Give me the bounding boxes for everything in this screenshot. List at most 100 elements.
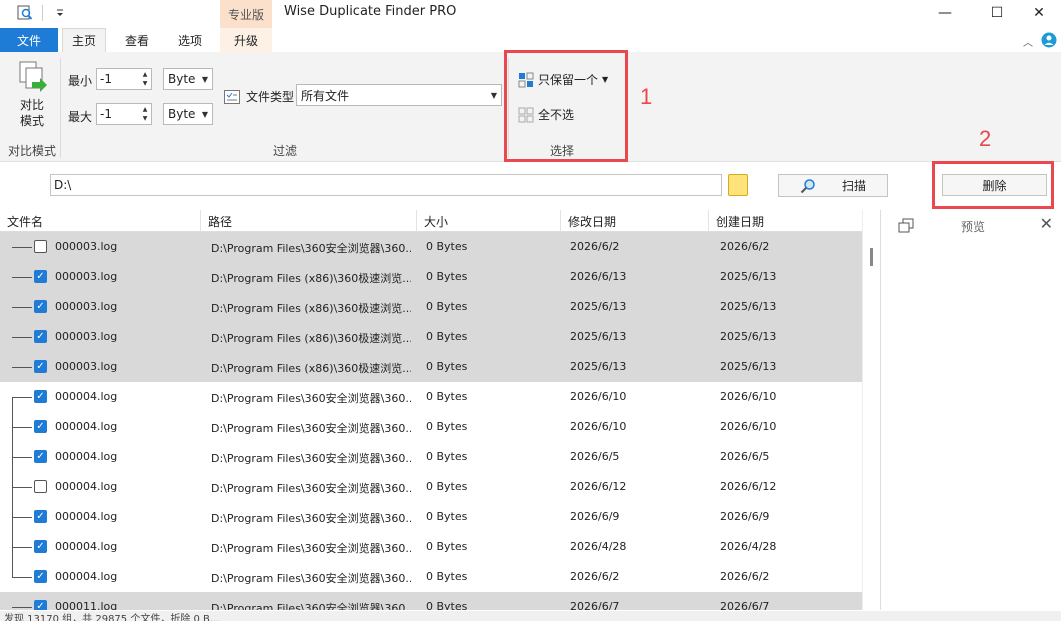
- column-size[interactable]: 大小: [417, 210, 561, 232]
- pro-edition-tab[interactable]: 专业版: [220, 0, 272, 28]
- column-filename[interactable]: 文件名: [0, 210, 201, 232]
- customize-dropdown-icon[interactable]: [51, 4, 69, 22]
- table-row[interactable]: 000003.log D:\Program Files\360安全浏览器\360.…: [0, 232, 862, 262]
- cell-modified: 2025/6/13: [570, 300, 627, 313]
- cell-path: D:\Program Files\360安全浏览器\360...: [211, 242, 411, 255]
- min-size-value: -1: [100, 72, 112, 86]
- cell-created: 2025/6/13: [720, 300, 777, 313]
- table-row[interactable]: 000004.log D:\Program Files\360安全浏览器\360.…: [0, 532, 862, 562]
- table-row[interactable]: 000004.log D:\Program Files\360安全浏览器\360.…: [0, 412, 862, 442]
- group-separator: [60, 58, 61, 158]
- tab-home[interactable]: 主页: [62, 28, 106, 52]
- row-checkbox[interactable]: [34, 570, 47, 583]
- cell-created: 2026/6/10: [720, 420, 777, 433]
- scan-path-input[interactable]: D:\: [50, 174, 722, 196]
- cell-name: 000004.log: [55, 510, 118, 523]
- column-modified[interactable]: 修改日期: [561, 210, 709, 232]
- preview-pane: 预览 ✕: [880, 210, 1061, 610]
- cell-size: 0 Bytes: [426, 450, 468, 463]
- compare-mode-button[interactable]: 对比 模式: [10, 60, 54, 129]
- cell-size: 0 Bytes: [426, 270, 468, 283]
- toolbar-separator: [42, 5, 43, 21]
- cell-path: D:\Program Files\360安全浏览器\360...: [211, 512, 411, 525]
- row-checkbox[interactable]: [34, 270, 47, 283]
- filter-group-label: 过滤: [273, 144, 298, 158]
- row-checkbox[interactable]: [34, 600, 47, 610]
- scan-button[interactable]: 扫描: [778, 174, 888, 197]
- row-checkbox[interactable]: [34, 420, 47, 433]
- table-row[interactable]: 000003.log D:\Program Files (x86)\360极速浏览…: [0, 352, 862, 382]
- delete-button[interactable]: 删除: [942, 174, 1047, 196]
- cell-name: 000003.log: [55, 270, 118, 283]
- row-checkbox[interactable]: [34, 450, 47, 463]
- close-preview-icon[interactable]: ✕: [1040, 214, 1053, 233]
- detach-preview-icon[interactable]: [897, 218, 915, 234]
- table-row[interactable]: 000004.log D:\Program Files\360安全浏览器\360.…: [0, 472, 862, 502]
- account-icon[interactable]: [1041, 32, 1057, 51]
- table-row[interactable]: 000003.log D:\Program Files (x86)\360极速浏览…: [0, 322, 862, 352]
- table-row[interactable]: 000004.log D:\Program Files\360安全浏览器\360.…: [0, 442, 862, 472]
- row-checkbox[interactable]: [34, 300, 47, 313]
- minimize-button[interactable]: —: [922, 0, 968, 26]
- scrollbar-thumb[interactable]: [870, 248, 873, 266]
- row-checkbox[interactable]: [34, 240, 47, 253]
- app-icon[interactable]: [16, 4, 34, 22]
- table-body: 000003.log D:\Program Files\360安全浏览器\360.…: [0, 232, 862, 610]
- path-bar: D:\ 扫描: [0, 162, 1061, 210]
- chevron-down-icon: ▼: [201, 109, 208, 119]
- row-checkbox[interactable]: [34, 330, 47, 343]
- table-row[interactable]: 000011.log D:\Program Files\360安全浏览器\360.…: [0, 592, 862, 610]
- tree-connector: [12, 277, 32, 278]
- max-size-spinner[interactable]: -1 ▲ ▼: [96, 103, 152, 125]
- help-area: ︿: [1023, 32, 1057, 51]
- table-row[interactable]: 000003.log D:\Program Files (x86)\360极速浏览…: [0, 262, 862, 292]
- compare-mode-line2: 模式: [19, 114, 44, 128]
- cell-created: 2025/6/13: [720, 270, 777, 283]
- file-type-label: 文件类型: [246, 90, 295, 104]
- cell-path: D:\Program Files\360安全浏览器\360...: [211, 392, 411, 405]
- table-row[interactable]: 000003.log D:\Program Files (x86)\360极速浏览…: [0, 292, 862, 322]
- cell-modified: 2026/6/2: [570, 570, 620, 583]
- cell-size: 0 Bytes: [426, 390, 468, 403]
- cell-created: 2026/6/12: [720, 480, 777, 493]
- tab-view[interactable]: 查看: [116, 28, 158, 52]
- spinner-arrows-icon[interactable]: ▲ ▼: [139, 104, 151, 124]
- vertical-scrollbar[interactable]: [862, 210, 880, 610]
- status-bar: 发现 13170 组，共 29875 个文件，折除 0 B...: [0, 611, 1061, 621]
- file-type-icon: [224, 89, 240, 104]
- column-path[interactable]: 路径: [201, 210, 417, 232]
- min-size-spinner[interactable]: -1 ▲ ▼: [96, 68, 152, 90]
- column-created[interactable]: 创建日期: [709, 210, 862, 232]
- table-row[interactable]: 000004.log D:\Program Files\360安全浏览器\360.…: [0, 382, 862, 412]
- cell-path: D:\Program Files (x86)\360极速浏览...: [211, 272, 411, 285]
- row-checkbox[interactable]: [34, 390, 47, 403]
- max-unit-select[interactable]: Byte ▼: [163, 103, 213, 125]
- min-unit-value: Byte: [168, 72, 196, 86]
- row-checkbox[interactable]: [34, 510, 47, 523]
- tab-file[interactable]: 文件: [0, 28, 58, 52]
- tab-options[interactable]: 选项: [168, 28, 212, 52]
- cell-path: D:\Program Files\360安全浏览器\360...: [211, 452, 411, 465]
- min-size-label: 最小: [68, 74, 93, 88]
- compare-files-icon: [19, 61, 47, 92]
- close-button[interactable]: ✕: [1016, 0, 1061, 26]
- table-row[interactable]: 000004.log D:\Program Files\360安全浏览器\360.…: [0, 502, 862, 532]
- spinner-arrows-icon[interactable]: ▲ ▼: [139, 69, 151, 89]
- cell-modified: 2025/6/13: [570, 360, 627, 373]
- tree-connector: [12, 367, 32, 368]
- cell-path: D:\Program Files\360安全浏览器\360...: [211, 572, 411, 585]
- row-checkbox[interactable]: [34, 360, 47, 373]
- table-row[interactable]: 000004.log D:\Program Files\360安全浏览器\360.…: [0, 562, 862, 592]
- row-checkbox[interactable]: [34, 540, 47, 553]
- min-unit-select[interactable]: Byte ▼: [163, 68, 213, 90]
- cell-created: 2026/6/5: [720, 450, 770, 463]
- browse-folder-icon[interactable]: [728, 174, 748, 196]
- maximize-button[interactable]: ☐: [974, 0, 1020, 26]
- row-checkbox[interactable]: [34, 480, 47, 493]
- cell-created: 2026/6/7: [720, 600, 770, 610]
- cell-size: 0 Bytes: [426, 600, 468, 610]
- collapse-ribbon-icon[interactable]: ︿: [1023, 34, 1033, 49]
- cell-size: 0 Bytes: [426, 330, 468, 343]
- file-type-select[interactable]: 所有文件 ▼: [296, 84, 502, 106]
- tab-upgrade[interactable]: 升级: [222, 28, 270, 52]
